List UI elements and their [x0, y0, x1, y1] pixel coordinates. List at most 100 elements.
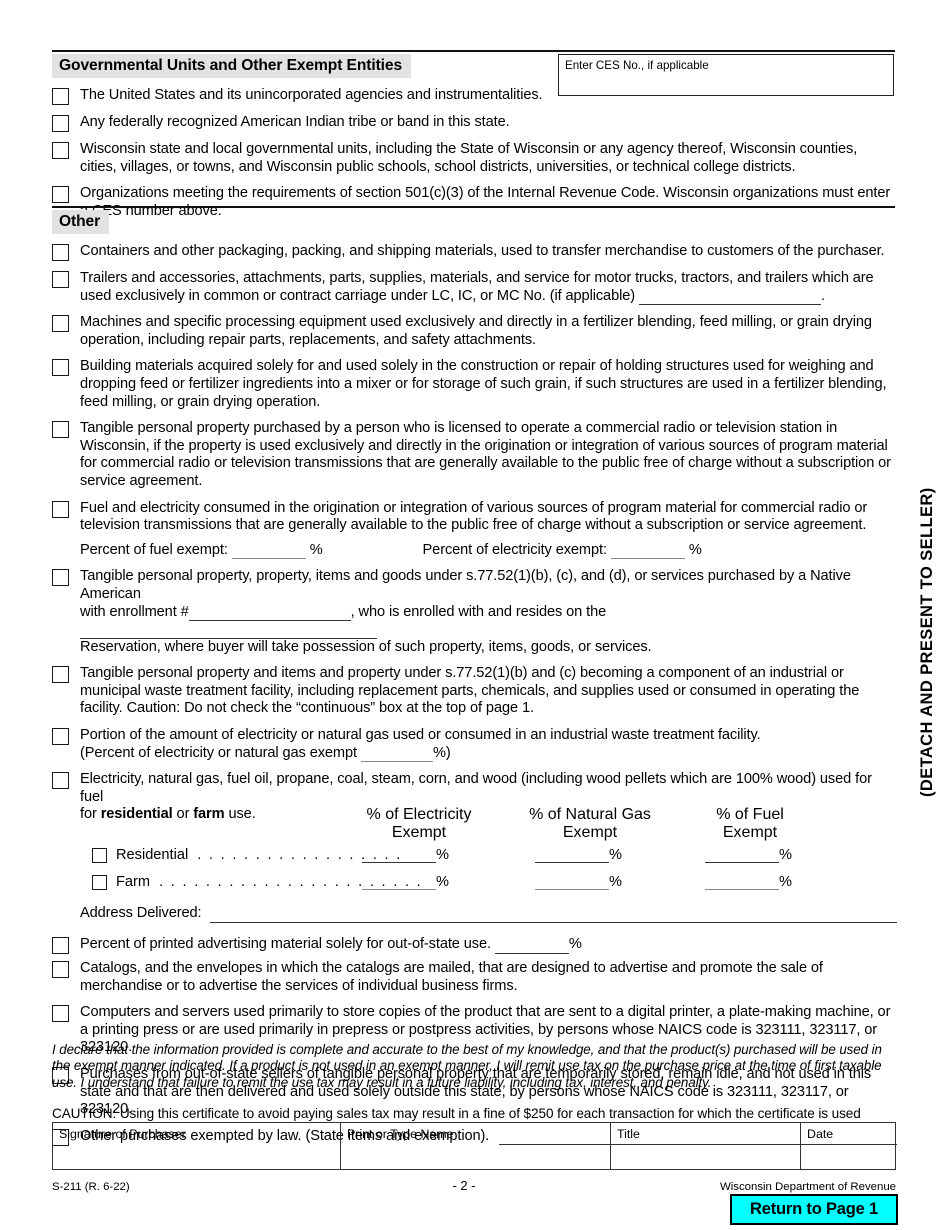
table-row-farm: Farm . . . . . . . . . . . . . . . . . .… [80, 873, 897, 900]
checkbox-broadcast-property[interactable] [52, 421, 69, 439]
checkbox-containers[interactable] [52, 244, 69, 261]
label-residential: Residential [116, 847, 189, 864]
label-percent-fuel: Percent of fuel exempt: [80, 541, 228, 558]
label-printed-advertising: Percent of printed advertising material … [80, 936, 491, 953]
checkbox-fuel-electricity[interactable] [52, 500, 69, 518]
caution-text: CAUTION: Using this certificate to avoid… [52, 1106, 861, 1122]
label-fuel-electricity: Fuel and electricity consumed in the ori… [80, 499, 868, 534]
input-printed-advertising-percent[interactable] [494, 940, 569, 954]
input-residential-gas[interactable] [535, 849, 609, 864]
checkbox-waste-facility[interactable] [52, 666, 69, 684]
signature-cell-print-name[interactable]: Print or Type Name [341, 1123, 611, 1169]
return-to-page-1-button[interactable]: Return to Page 1 [730, 1194, 898, 1225]
signature-cell-purchaser[interactable]: Signature of Purchaser [53, 1123, 341, 1169]
label-residential-farm-intro: Electricity, natural gas, fuel oil, prop… [80, 771, 897, 806]
checkbox-building-materials[interactable] [52, 359, 69, 377]
checkbox-row-printed-advertising[interactable]: Percent of printed advertising material … [52, 936, 897, 955]
checkbox-row-indian-tribe[interactable]: Any federally recognized American Indian… [52, 114, 897, 132]
form-id: S-211 (R. 6-22) [52, 1181, 130, 1193]
signature-cell-title[interactable]: Title [611, 1123, 801, 1169]
input-residential-electricity[interactable] [362, 849, 436, 864]
column-header-electricity-line1: % of Electricity [366, 806, 472, 824]
checkbox-501c3[interactable] [52, 186, 69, 204]
label-native-line3: Reservation, where buyer will take posse… [80, 638, 652, 655]
checkbox-computers[interactable] [52, 1005, 69, 1023]
input-farm-fuel[interactable] [705, 876, 779, 891]
intro-bold-residential: residential [100, 806, 173, 823]
checkbox-row-building-materials[interactable]: Building materials acquired solely for a… [52, 358, 897, 411]
label-trailers: Trailers and accessories, attachments, p… [80, 270, 897, 306]
input-farm-electricity[interactable] [362, 876, 436, 891]
agency-name: Wisconsin Department of Revenue [719, 1181, 896, 1193]
table-row-residential: Residential . . . . . . . . . . . . . . … [80, 846, 897, 873]
checkbox-farm[interactable] [92, 874, 107, 890]
label-trailers-line1: Trailers and accessories, attachments, p… [80, 270, 874, 286]
input-percent-electricity[interactable] [610, 545, 685, 560]
checkbox-machines[interactable] [52, 315, 69, 333]
column-header-gas-line2: Exempt [562, 823, 618, 841]
checkbox-row-wisconsin-units[interactable]: Wisconsin state and local governmental u… [52, 141, 897, 176]
checkbox-row-native-american[interactable]: Tangible personal property, property, it… [52, 568, 897, 656]
label-title: Title [617, 1127, 640, 1141]
cell-residential-electricity[interactable]: % [362, 847, 470, 864]
cell-residential-gas[interactable]: % [535, 847, 643, 864]
checkbox-native-american[interactable] [52, 569, 69, 587]
column-header-gas-line1: % of Natural Gas [529, 806, 651, 824]
input-carriage-number[interactable] [638, 291, 821, 306]
input-enrollment-number[interactable] [188, 607, 351, 622]
checkbox-trailers[interactable] [52, 271, 69, 288]
checkbox-portion-electricity[interactable] [52, 728, 69, 746]
checkbox-row-waste-facility[interactable]: Tangible personal property and items and… [52, 665, 897, 718]
label-portion-electricity: Portion of the amount of electricity or … [80, 727, 897, 763]
label-percent-electricity: Percent of electricity exempt: [422, 541, 607, 558]
input-percent-fuel[interactable] [231, 545, 306, 560]
input-residential-fuel[interactable] [705, 849, 779, 864]
checkbox-row-catalogs[interactable]: Catalogs, and the envelopes in which the… [52, 960, 897, 995]
pct-residential-electricity: % [436, 847, 449, 864]
label-enrollment-prefix: with enrollment # [80, 603, 189, 620]
checkbox-indian-tribe[interactable] [52, 115, 69, 132]
column-header-fuel-line2: Exempt [722, 823, 778, 841]
section-other: Other Containers and other packaging, pa… [52, 206, 897, 1146]
checkbox-row-residential-farm[interactable]: Electricity, natural gas, fuel oil, prop… [52, 771, 897, 924]
residential-label-group[interactable]: Residential . . . . . . . . . . . . . . … [92, 847, 402, 863]
input-farm-gas[interactable] [535, 876, 609, 891]
checkbox-united-states[interactable] [52, 88, 69, 105]
cell-farm-electricity[interactable]: % [362, 874, 470, 891]
cell-farm-gas[interactable]: % [535, 874, 643, 891]
label-trailers-line2: used exclusively in common or contract c… [80, 287, 636, 304]
form-page: Enter CES No., if applicable (DETACH AND… [0, 0, 950, 1230]
checkbox-wisconsin-units[interactable] [52, 142, 69, 159]
column-header-fuel-line1: % of Fuel [716, 806, 784, 824]
checkbox-residential[interactable] [92, 847, 107, 863]
label-containers: Containers and other packaging, packing,… [80, 243, 885, 259]
detach-and-present-notice: (DETACH AND PRESENT TO SELLER) [918, 487, 936, 797]
cell-residential-fuel[interactable]: % [705, 847, 813, 864]
label-catalogs: Catalogs, and the envelopes in which the… [80, 960, 823, 994]
pct-farm-electricity: % [436, 874, 449, 891]
checkbox-row-trailers[interactable]: Trailers and accessories, attachments, p… [52, 270, 897, 306]
label-address-delivered: Address Delivered: [80, 905, 202, 922]
label-broadcast-property: Tangible personal property purchased by … [80, 420, 891, 489]
pct-residential-gas: % [609, 847, 622, 864]
input-reservation-name[interactable] [80, 625, 377, 639]
checkbox-catalogs[interactable] [52, 961, 69, 979]
column-header-electricity: % of Electricity Exempt [344, 806, 494, 841]
checkbox-row-united-states[interactable]: The United States and its unincorporated… [52, 87, 897, 105]
input-address-delivered[interactable] [209, 909, 897, 924]
checkbox-row-machines[interactable]: Machines and specific processing equipme… [52, 314, 897, 349]
checkbox-row-fuel-electricity[interactable]: Fuel and electricity consumed in the ori… [52, 500, 897, 560]
signature-cell-date[interactable]: Date [801, 1123, 895, 1169]
checkbox-row-portion-electricity[interactable]: Portion of the amount of electricity or … [52, 727, 897, 763]
section-governmental-units: Governmental Units and Other Exempt Enti… [52, 50, 897, 220]
checkbox-printed-advertising[interactable] [52, 937, 69, 955]
label-portion-suffix: %) [432, 744, 451, 761]
checkbox-residential-farm[interactable] [52, 772, 69, 790]
column-header-fuel: % of Fuel Exempt [685, 806, 815, 841]
input-portion-percent[interactable] [360, 748, 433, 763]
cell-farm-fuel[interactable]: % [705, 874, 813, 891]
intro-bold-farm: farm [193, 806, 225, 823]
label-waste-facility: Tangible personal property and items and… [80, 665, 860, 717]
checkbox-row-broadcast-property[interactable]: Tangible personal property purchased by … [52, 420, 897, 490]
checkbox-row-containers[interactable]: Containers and other packaging, packing,… [52, 243, 897, 261]
